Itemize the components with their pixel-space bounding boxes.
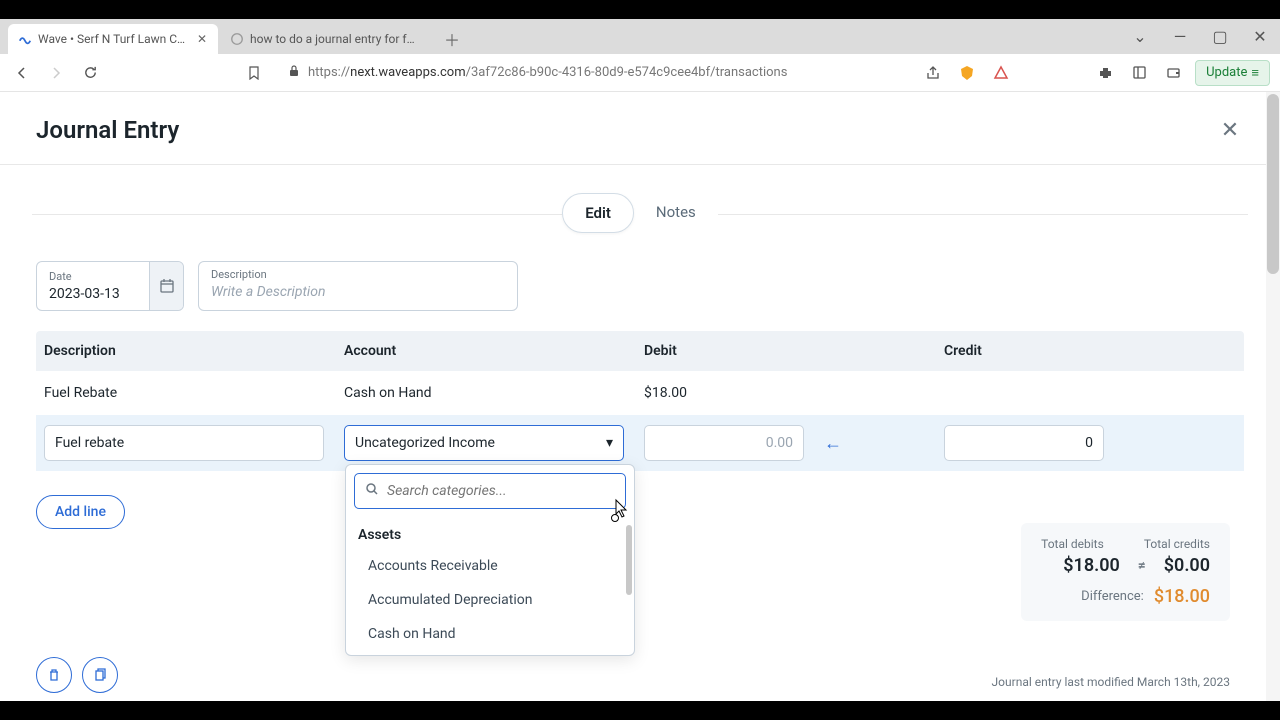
account-dropdown: Assets Accounts Receivable Accumulated D… — [345, 464, 635, 656]
col-credit: Credit — [944, 343, 1236, 359]
cell-account: Cash on Hand — [344, 385, 644, 401]
not-equal-icon: ≠ — [1138, 558, 1146, 574]
search-icon — [365, 482, 379, 500]
copy-button[interactable] — [82, 657, 118, 693]
menu-icon: ≡ — [1251, 65, 1259, 81]
select-value: Uncategorized Income — [355, 435, 495, 451]
col-debit: Debit — [644, 343, 944, 359]
extensions-icon[interactable] — [1093, 61, 1117, 85]
row-account-select[interactable]: Uncategorized Income ▾ Asse — [344, 425, 624, 461]
close-icon[interactable]: ✕ — [196, 33, 208, 45]
total-debits-label: Total debits — [1041, 537, 1104, 551]
tab-title: how to do a journal entry for fuel reb — [250, 32, 420, 46]
total-credits-value: $0.00 — [1164, 555, 1210, 576]
dropdown-item[interactable]: Accounts Receivable — [346, 549, 634, 583]
back-button[interactable] — [10, 61, 34, 85]
totals-panel: Total debits Total credits $18.00 ≠ $0.0… — [1021, 523, 1230, 621]
dropdown-item[interactable]: Cash on Hand — [346, 617, 634, 651]
arrow-left-icon[interactable]: ← — [824, 433, 842, 454]
row-credit-input[interactable]: 0 — [944, 425, 1104, 461]
browser-tab-inactive[interactable]: how to do a journal entry for fuel reb — [220, 24, 430, 54]
reload-button[interactable] — [78, 61, 102, 85]
tab-notes[interactable]: Notes — [634, 193, 718, 233]
tab-bar: Wave • Serf N Turf Lawn Care • T ✕ how t… — [0, 19, 1280, 54]
cell-debit: $18.00 — [644, 385, 944, 401]
description-field[interactable]: Description Write a Description — [198, 261, 518, 311]
delete-button[interactable] — [36, 657, 72, 693]
difference-label: Difference: — [1081, 589, 1144, 604]
total-credits-label: Total credits — [1144, 537, 1210, 551]
warning-icon[interactable] — [989, 61, 1013, 85]
close-panel-button[interactable]: ✕ — [1216, 116, 1244, 144]
update-button[interactable]: Update ≡ — [1195, 60, 1270, 86]
dropdown-scrollbar[interactable] — [626, 525, 632, 595]
share-icon[interactable] — [921, 61, 945, 85]
wave-favicon — [18, 32, 32, 46]
total-debits-value: $18.00 — [1063, 555, 1120, 576]
brave-shield-icon[interactable] — [955, 61, 979, 85]
table-row[interactable]: Fuel Rebate Cash on Hand $18.00 — [36, 371, 1244, 415]
new-tab-button[interactable]: ＋ — [438, 25, 466, 53]
add-line-button[interactable]: Add line — [36, 495, 125, 529]
tab-edit[interactable]: Edit — [562, 193, 634, 233]
bookmark-icon[interactable] — [242, 61, 266, 85]
tab-title: Wave • Serf N Turf Lawn Care • T — [38, 32, 190, 46]
lock-icon — [288, 65, 300, 81]
update-label: Update — [1206, 65, 1247, 80]
table-row-active: Fuel rebate Uncategorized Income ▾ — [36, 415, 1244, 471]
google-favicon — [230, 32, 244, 46]
maximize-icon[interactable]: ▢ — [1206, 23, 1234, 51]
col-description: Description — [44, 343, 344, 359]
date-value: 2023-03-13 — [49, 286, 120, 302]
difference-value: $18.00 — [1154, 586, 1210, 607]
dropdown-search-input[interactable] — [387, 483, 615, 499]
page-title: Journal Entry — [36, 116, 179, 144]
description-label: Description — [211, 268, 505, 281]
date-field[interactable]: Date 2023-03-13 — [36, 261, 184, 311]
chevron-down-icon: ▾ — [606, 435, 613, 451]
dropdown-group: Assets — [346, 517, 634, 549]
description-placeholder: Write a Description — [211, 284, 325, 300]
url-text: https://next.waveapps.com/3af72c86-b90c-… — [308, 65, 787, 80]
sidebar-icon[interactable] — [1127, 61, 1151, 85]
chevron-down-icon[interactable]: ⌄ — [1126, 23, 1154, 51]
date-label: Date — [49, 270, 137, 283]
calendar-icon[interactable] — [149, 262, 183, 310]
row-debit-input[interactable]: 0.00 — [644, 425, 804, 461]
dropdown-item[interactable]: Accumulated Depreciation — [346, 583, 634, 617]
table-header: Description Account Debit Credit — [36, 331, 1244, 371]
cell-description: Fuel Rebate — [44, 385, 344, 401]
wallet-icon[interactable] — [1161, 61, 1185, 85]
dropdown-search[interactable] — [354, 473, 626, 509]
minimize-icon[interactable]: — — [1166, 23, 1194, 51]
url-bar[interactable]: https://next.waveapps.com/3af72c86-b90c-… — [276, 58, 911, 88]
last-modified-text: Journal entry last modified March 13th, … — [992, 675, 1230, 689]
address-bar: https://next.waveapps.com/3af72c86-b90c-… — [0, 54, 1280, 92]
forward-button[interactable] — [44, 61, 68, 85]
row-description-input[interactable]: Fuel rebate — [44, 425, 324, 461]
close-window-icon[interactable]: ✕ — [1246, 23, 1274, 51]
col-account: Account — [344, 343, 644, 359]
browser-tab-active[interactable]: Wave • Serf N Turf Lawn Care • T ✕ — [8, 24, 218, 54]
